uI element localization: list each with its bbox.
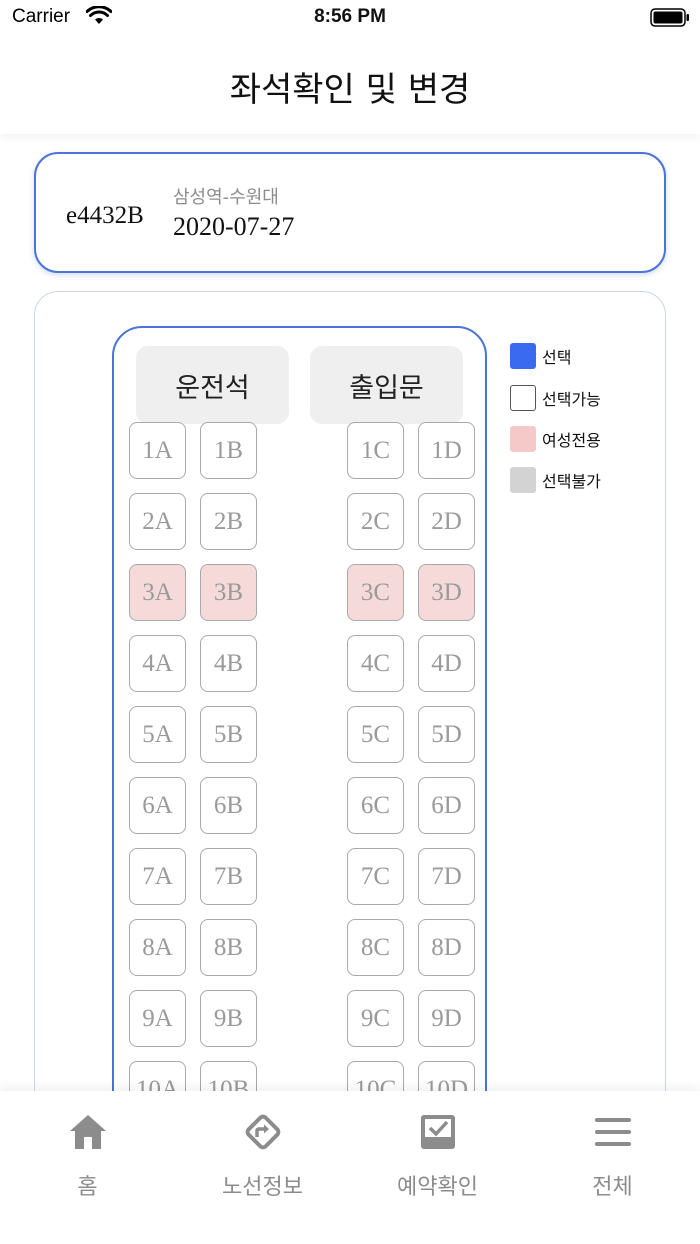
header: 좌석확인 및 변경 — [0, 36, 700, 134]
bus-id: e4432B — [66, 202, 144, 229]
home-icon — [70, 1115, 106, 1149]
seat-5b[interactable]: 5B — [200, 706, 257, 763]
legend-swatch — [510, 467, 536, 493]
seat-3a[interactable]: 3A — [129, 564, 186, 621]
seat-1b[interactable]: 1B — [200, 422, 257, 479]
seat-2c[interactable]: 2C — [347, 493, 404, 550]
trip-info-card: e4432B 삼성역-수원대 2020-07-27 — [34, 152, 666, 273]
seat-8b[interactable]: 8B — [200, 919, 257, 976]
seat-4d[interactable]: 4D — [418, 635, 475, 692]
seat-4c[interactable]: 4C — [347, 635, 404, 692]
seat-2b[interactable]: 2B — [200, 493, 257, 550]
seat-6c[interactable]: 6C — [347, 777, 404, 834]
seat-7b[interactable]: 7B — [200, 848, 257, 905]
reservation-check-icon — [421, 1115, 455, 1149]
legend-swatch — [510, 385, 536, 411]
tab-label: 홈 — [77, 1175, 98, 1200]
seat-6b[interactable]: 6B — [200, 777, 257, 834]
seat-1d[interactable]: 1D — [418, 422, 475, 479]
seat-8d[interactable]: 8D — [418, 919, 475, 976]
status-bar: Carrier 8:56 PM — [0, 0, 700, 36]
seat-7d[interactable]: 7D — [418, 848, 475, 905]
tab-home[interactable]: 홈 — [0, 1091, 175, 1244]
status-time: 8:56 PM — [314, 6, 386, 27]
legend-available: 선택가능 — [510, 385, 601, 411]
legend-unavailable: 선택불가 — [510, 467, 601, 493]
legend-label: 선택 — [542, 348, 572, 367]
seat-6d[interactable]: 6D — [418, 777, 475, 834]
tab-label: 전체 — [592, 1175, 633, 1200]
seat-8a[interactable]: 8A — [129, 919, 186, 976]
seat-9c[interactable]: 9C — [347, 990, 404, 1047]
seat-3c[interactable]: 3C — [347, 564, 404, 621]
seat-9d[interactable]: 9D — [418, 990, 475, 1047]
legend-swatch — [510, 426, 536, 452]
entrance-door: 출입문 — [310, 346, 463, 424]
tab-label: 예약확인 — [397, 1175, 478, 1200]
seat-7c[interactable]: 7C — [347, 848, 404, 905]
seat-5c[interactable]: 5C — [347, 706, 404, 763]
legend-female-only: 여성전용 — [510, 426, 601, 452]
menu-icon — [595, 1118, 631, 1146]
driver-seat: 운전석 — [136, 346, 289, 424]
battery-icon — [650, 8, 689, 27]
legend-selected: 선택 — [510, 343, 571, 369]
tab-all-menu[interactable]: 전체 — [525, 1091, 700, 1244]
seat-8c[interactable]: 8C — [347, 919, 404, 976]
seat-4b[interactable]: 4B — [200, 635, 257, 692]
legend-label: 선택불가 — [542, 472, 601, 491]
seat-5a[interactable]: 5A — [129, 706, 186, 763]
seat-3d[interactable]: 3D — [418, 564, 475, 621]
route-sign-icon — [245, 1114, 281, 1150]
legend-label: 선택가능 — [542, 390, 601, 409]
tab-label: 노선정보 — [222, 1175, 303, 1200]
seat-5d[interactable]: 5D — [418, 706, 475, 763]
seat-1c[interactable]: 1C — [347, 422, 404, 479]
trip-route: 삼성역-수원대 — [173, 187, 279, 208]
seat-2a[interactable]: 2A — [129, 493, 186, 550]
page-title: 좌석확인 및 변경 — [229, 70, 471, 110]
seat-9b[interactable]: 9B — [200, 990, 257, 1047]
tab-bar: 홈 노선정보 예약확인 전체 — [0, 1091, 700, 1244]
legend-swatch — [510, 343, 536, 369]
seat-2d[interactable]: 2D — [418, 493, 475, 550]
seat-7a[interactable]: 7A — [129, 848, 186, 905]
seat-1a[interactable]: 1A — [129, 422, 186, 479]
seat-6a[interactable]: 6A — [129, 777, 186, 834]
seat-3b[interactable]: 3B — [200, 564, 257, 621]
seat-9a[interactable]: 9A — [129, 990, 186, 1047]
legend-label: 여성전용 — [542, 431, 601, 450]
seat-4a[interactable]: 4A — [129, 635, 186, 692]
tab-reservation[interactable]: 예약확인 — [350, 1091, 525, 1244]
tab-route-info[interactable]: 노선정보 — [175, 1091, 350, 1244]
trip-date: 2020-07-27 — [173, 212, 295, 241]
